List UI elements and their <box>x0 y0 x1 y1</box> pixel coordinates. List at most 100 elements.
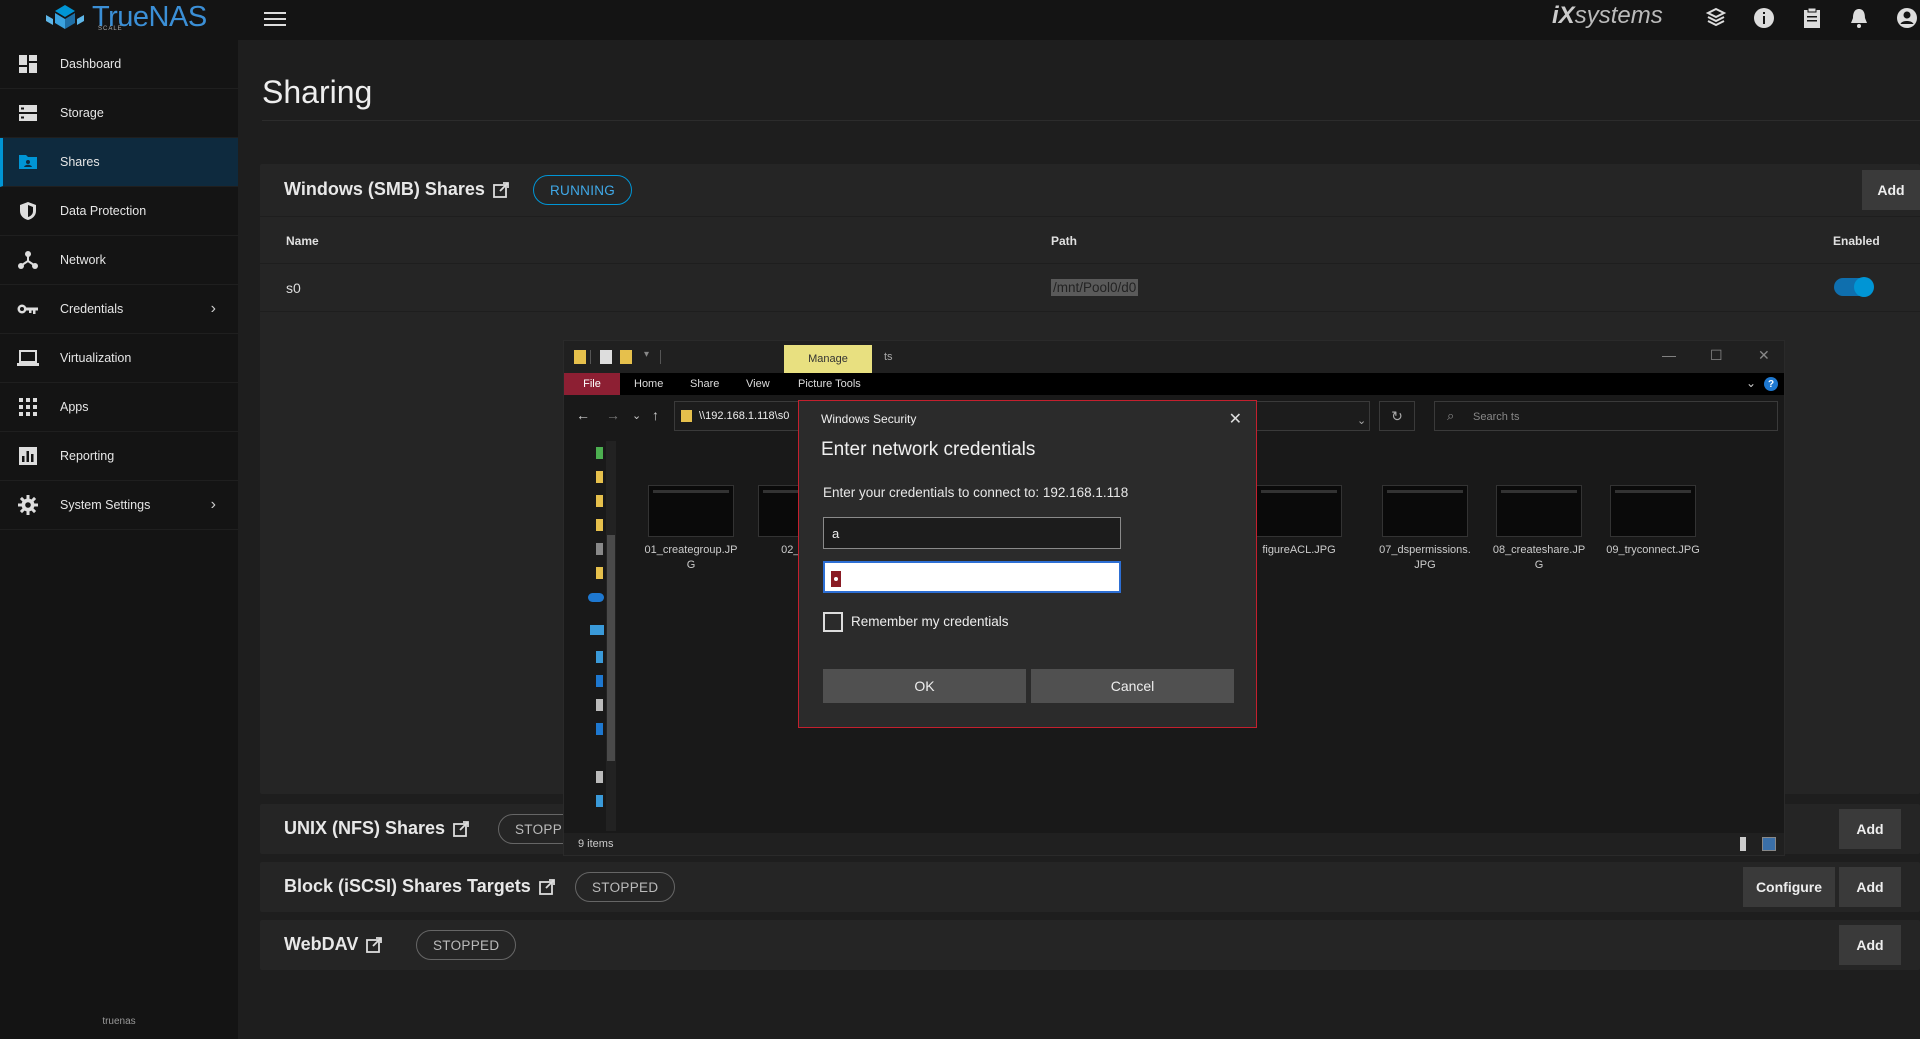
password-reveal-icon[interactable] <box>831 571 841 587</box>
up-arrow-icon[interactable]: ↑ <box>652 407 659 423</box>
recent-locations-icon[interactable]: ⌄ <box>632 409 641 422</box>
column-header-enabled[interactable]: Enabled <box>1833 234 1880 248</box>
windows-security-dialog[interactable]: Windows Security ✕ Enter network credent… <box>798 400 1257 728</box>
tree-item-icon[interactable] <box>596 795 603 807</box>
truecommand-icon[interactable] <box>1704 6 1728 30</box>
smb-shares-title[interactable]: Windows (SMB) Shares <box>284 179 509 200</box>
folder-icon[interactable] <box>596 519 603 531</box>
iscsi-status-badge[interactable]: STOPPED <box>575 872 676 902</box>
bar-chart-icon <box>17 445 39 467</box>
external-link-icon[interactable] <box>538 878 555 895</box>
webdav-add-button[interactable]: Add <box>1839 925 1901 965</box>
file-item[interactable]: 09_tryconnect.JPG <box>1606 485 1700 558</box>
scrollbar-thumb[interactable] <box>607 535 615 761</box>
external-link-icon[interactable] <box>366 936 383 953</box>
folder-icon[interactable] <box>596 495 603 507</box>
iscsi-add-button[interactable]: Add <box>1839 867 1901 907</box>
chevron-down-icon[interactable]: ▾ <box>644 349 649 360</box>
tab-file[interactable]: File <box>564 373 620 395</box>
webdav-title[interactable]: WebDAV <box>284 934 383 955</box>
sidebar-item-virtualization[interactable]: Virtualization <box>0 334 238 383</box>
new-folder-icon[interactable] <box>620 350 632 364</box>
minimize-icon[interactable]: — <box>1662 347 1676 363</box>
clipboard-icon[interactable] <box>1800 6 1824 30</box>
ixsystems-logo[interactable]: iXsystems <box>1552 2 1663 30</box>
sidebar-item-credentials[interactable]: Credentials › <box>0 285 238 334</box>
this-pc-icon[interactable] <box>590 625 604 635</box>
info-icon[interactable] <box>1752 6 1776 30</box>
column-header-name[interactable]: Name <box>286 234 319 248</box>
sidebar-item-system-settings[interactable]: System Settings › <box>0 481 238 530</box>
file-item[interactable]: 01_creategroup.JPG <box>644 485 738 573</box>
cancel-button[interactable]: Cancel <box>1031 669 1234 703</box>
tree-item-icon[interactable] <box>596 651 603 663</box>
sidebar-item-reporting[interactable]: Reporting <box>0 432 238 481</box>
tree-item-icon[interactable] <box>596 675 603 687</box>
chevron-right-icon: › <box>210 300 216 317</box>
details-view-icon[interactable] <box>1740 837 1746 851</box>
remember-credentials-checkbox[interactable] <box>823 612 843 632</box>
table-row[interactable]: s0 /mnt/Pool0/d0 <box>260 264 1920 312</box>
external-link-icon[interactable] <box>492 181 509 198</box>
file-item[interactable]: 08_createshare.JPG <box>1492 485 1586 573</box>
file-item[interactable]: figureACL.JPG <box>1252 485 1346 558</box>
help-icon[interactable]: ? <box>1764 377 1778 391</box>
chevron-down-icon[interactable]: ⌄ <box>1746 376 1756 390</box>
navigation-pane[interactable] <box>584 441 624 831</box>
file-item[interactable]: 07_dspermissions.JPG <box>1378 485 1472 573</box>
large-icons-view-icon[interactable] <box>1762 837 1776 851</box>
sidebar-item-dashboard[interactable]: Dashboard <box>0 40 238 89</box>
username-input[interactable] <box>823 517 1121 549</box>
explorer-ribbon: File Home Share View Picture Tools ⌄ ? <box>564 373 1784 395</box>
sidebar-item-storage[interactable]: Storage <box>0 89 238 138</box>
account-icon[interactable] <box>1895 6 1919 30</box>
tree-item-icon[interactable] <box>596 543 603 555</box>
search-input[interactable]: ⌕ Search ts <box>1434 401 1778 431</box>
tree-item-icon[interactable] <box>596 447 603 459</box>
sidebar-item-network[interactable]: Network <box>0 236 238 285</box>
refresh-icon[interactable]: ↻ <box>1379 401 1415 431</box>
folder-icon[interactable] <box>596 567 603 579</box>
smb-add-button[interactable]: Add <box>1862 170 1920 210</box>
iscsi-shares-title[interactable]: Block (iSCSI) Shares Targets <box>284 876 555 897</box>
file-name: 09_tryconnect.JPG <box>1606 544 1700 556</box>
explorer-titlebar[interactable]: ▾ Manage ts — ☐ ✕ <box>564 341 1784 373</box>
folder-icon[interactable] <box>596 471 603 483</box>
tree-item-icon[interactable] <box>596 771 603 783</box>
truenas-logo[interactable]: TrueNAS <box>44 0 207 34</box>
brand-sub: SCALE <box>98 26 123 32</box>
tab-view[interactable]: View <box>746 378 770 390</box>
tab-manage[interactable]: Manage <box>784 345 872 373</box>
chevron-down-icon[interactable]: ⌄ <box>1357 414 1366 427</box>
external-link-icon[interactable] <box>453 820 469 837</box>
webdav-status-badge[interactable]: STOPPED <box>416 930 517 960</box>
tab-picture-tools[interactable]: Picture Tools <box>798 378 861 390</box>
properties-icon[interactable] <box>600 350 612 364</box>
forward-arrow-icon[interactable]: → <box>606 407 620 423</box>
smb-status-badge[interactable]: RUNNING <box>533 175 633 205</box>
maximize-icon[interactable]: ☐ <box>1710 347 1723 364</box>
iscsi-configure-button[interactable]: Configure <box>1743 867 1835 907</box>
menu-toggle-icon[interactable] <box>264 8 286 30</box>
column-header-path[interactable]: Path <box>1051 234 1077 248</box>
sidebar-item-shares[interactable]: Shares <box>0 138 238 187</box>
back-arrow-icon[interactable]: ← <box>576 407 590 423</box>
share-enabled-toggle[interactable] <box>1834 277 1874 297</box>
nfs-add-button[interactable]: Add <box>1839 809 1901 849</box>
sidebar-item-data-protection[interactable]: Data Protection <box>0 187 238 236</box>
close-icon[interactable]: ✕ <box>1758 347 1770 364</box>
ok-button[interactable]: OK <box>823 669 1026 703</box>
dashboard-icon <box>17 53 39 75</box>
password-input[interactable] <box>823 561 1121 593</box>
bell-icon[interactable] <box>1847 6 1871 30</box>
tab-share[interactable]: Share <box>690 378 719 390</box>
page-title: Sharing <box>262 74 373 110</box>
onedrive-icon[interactable] <box>588 593 604 602</box>
sidebar-item-apps[interactable]: Apps <box>0 383 238 432</box>
nfs-shares-title[interactable]: UNIX (NFS) Shares <box>284 818 469 839</box>
tree-item-icon[interactable] <box>596 699 603 711</box>
tab-home[interactable]: Home <box>634 378 663 390</box>
close-icon[interactable]: ✕ <box>1229 409 1242 429</box>
navigation-scrollbar[interactable] <box>606 441 616 831</box>
tree-item-icon[interactable] <box>596 723 603 735</box>
